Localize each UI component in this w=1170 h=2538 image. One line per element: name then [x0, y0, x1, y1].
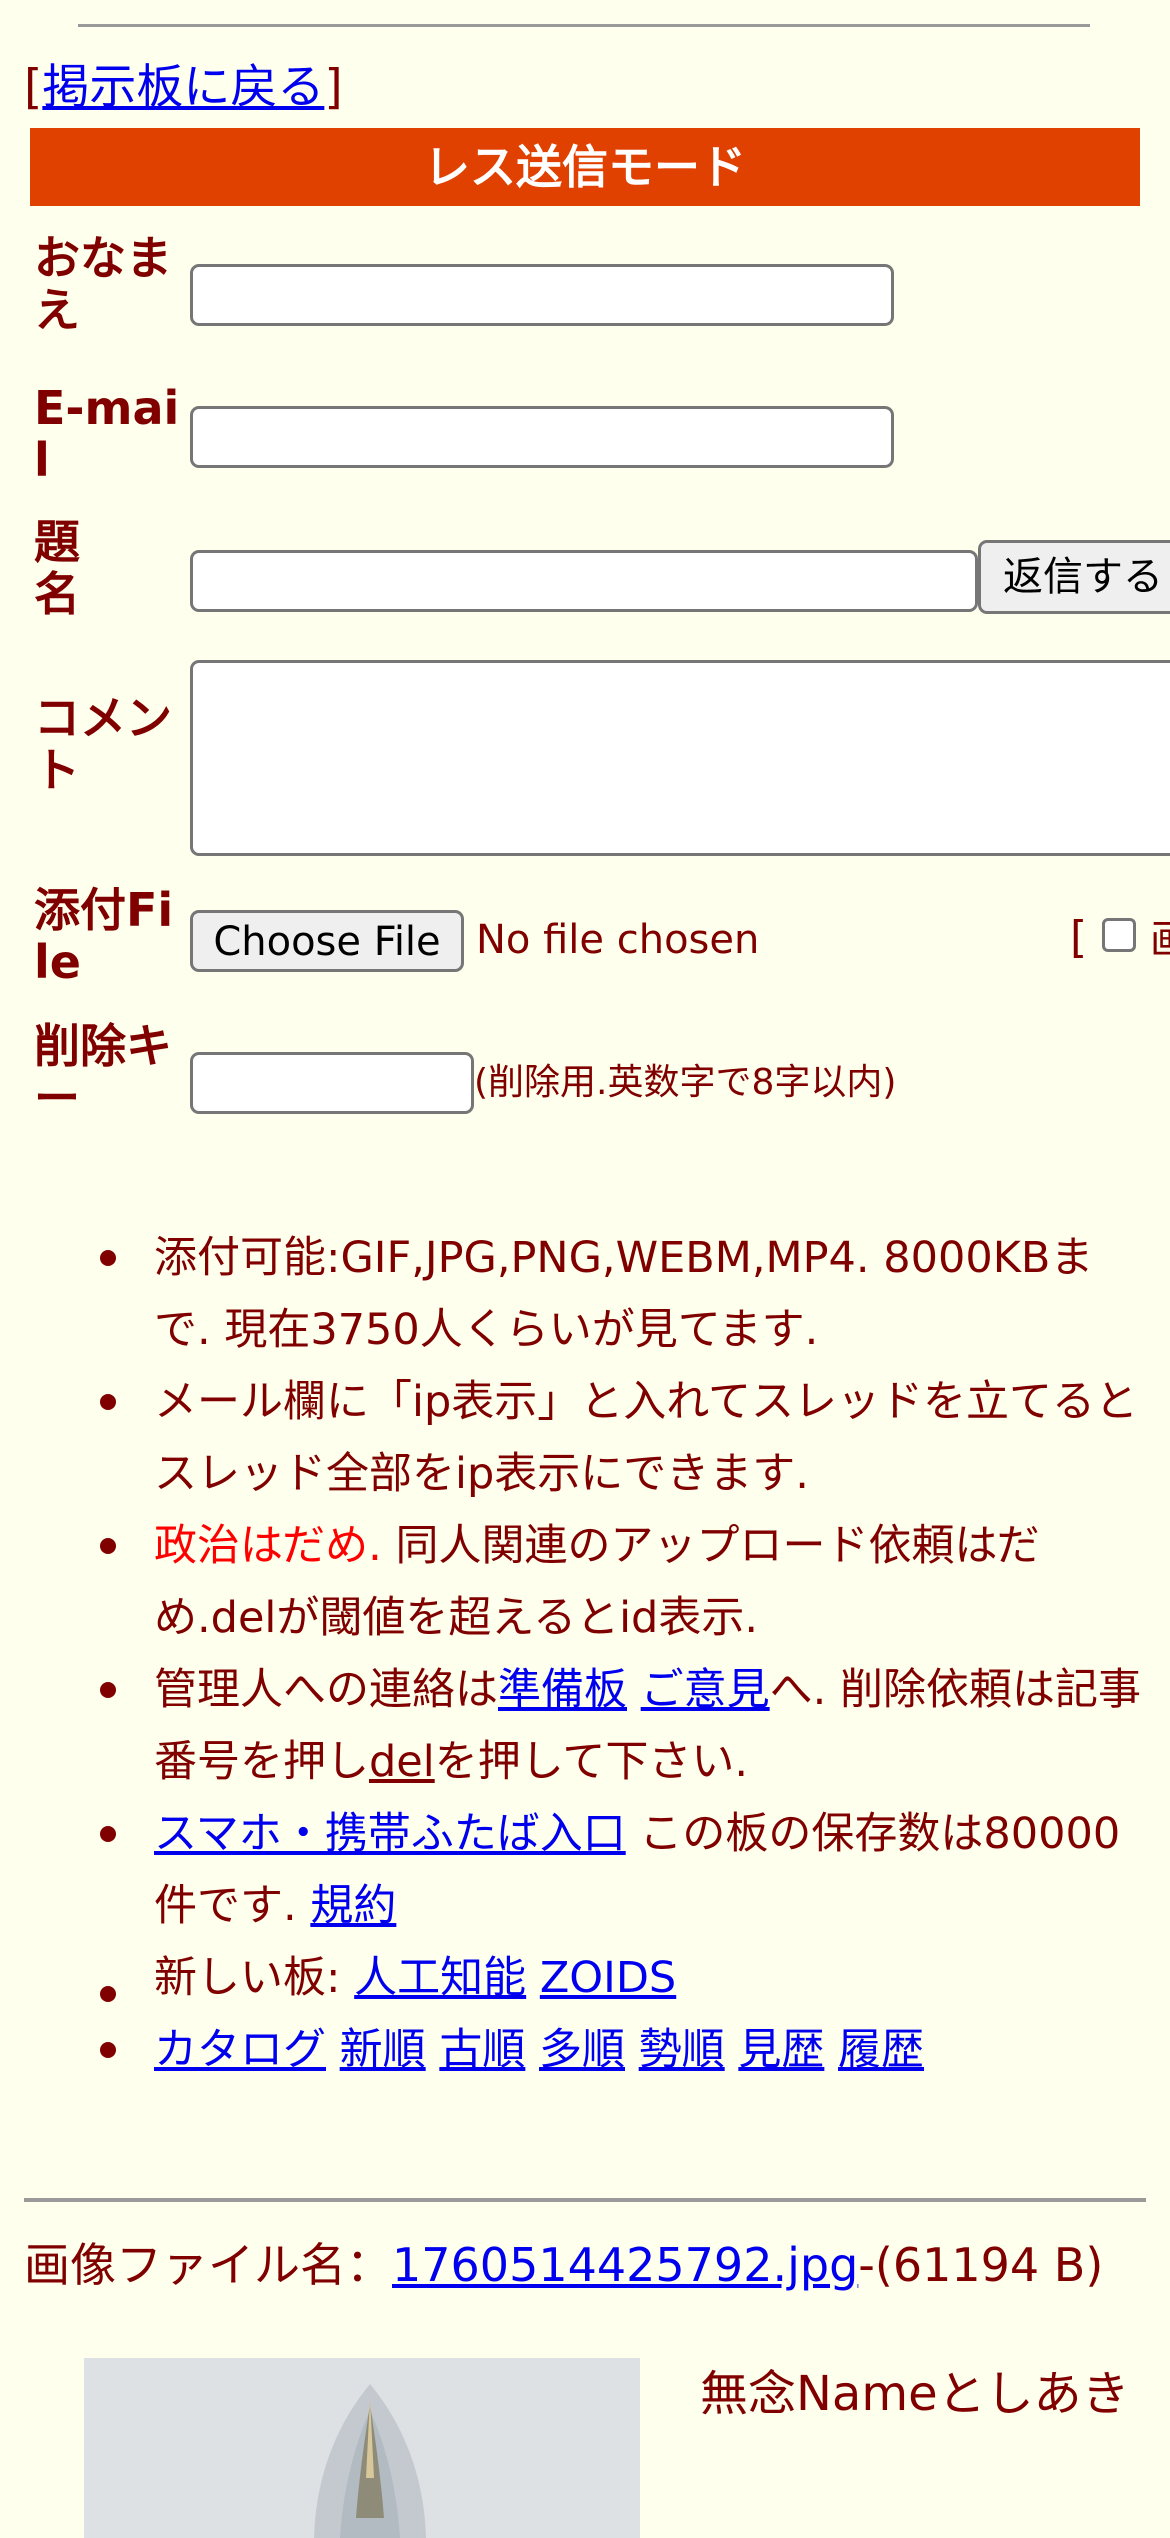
rule-politics-warning: 政治はだめ. [154, 1521, 382, 1571]
bullet-icon [100, 1682, 116, 1698]
option-checkbox[interactable] [1102, 918, 1136, 952]
post-history-link[interactable]: 履歴 [838, 2025, 924, 2075]
prep-board-link[interactable]: 準備板 [498, 1665, 627, 1715]
image-file-link[interactable]: 1760514425792.jpg [392, 2238, 858, 2292]
no-file-chosen-text: No file chosen [476, 917, 760, 963]
back-nav: [掲示板に戻る] [24, 58, 343, 118]
del-link[interactable]: del [369, 1737, 435, 1787]
post-thumbnail[interactable] [84, 2358, 640, 2538]
choose-file-button[interactable]: Choose File [190, 910, 464, 972]
file-label: 添付File [34, 883, 174, 989]
bullet-icon [100, 1538, 116, 1554]
rules-list: 添付可能:GIF,JPG,PNG,WEBM,MP4. 8000KBまで. 現在3… [0, 1222, 1170, 2086]
thumbnail-image-icon [84, 2358, 640, 2538]
new-boards-label: 新しい板: [154, 1953, 355, 2003]
bullet-icon [100, 1250, 116, 1266]
sort-new-link[interactable]: 新順 [340, 2025, 426, 2075]
sort-old-link[interactable]: 古順 [439, 2025, 525, 2075]
rule-ip-text: メール欄に「ip表示」と入れてスレッドを立てるとスレッド全部をip表示にできます… [154, 1377, 1138, 1499]
bracket-close: ] [324, 60, 343, 115]
list-item: カタログ 新順 古順 多順 勢順 見歴 履歴 [0, 2014, 1170, 2086]
poster-name: 無念Nameとしあき [700, 2366, 1130, 2422]
bullet-icon [100, 2042, 116, 2058]
delete-key-note: (削除用.英数字で8字以内) [474, 1062, 897, 1103]
bullet-icon [100, 1826, 116, 1842]
email-input[interactable] [190, 406, 894, 468]
option-label-fragment: 画 [1150, 910, 1170, 970]
delete-key-input[interactable] [190, 1052, 474, 1114]
list-item: メール欄に「ip表示」と入れてスレッドを立てるとスレッド全部をip表示にできます… [0, 1366, 1170, 1510]
submit-reply-button[interactable]: 返信する [978, 540, 1170, 614]
catalog-link[interactable]: カタログ [154, 2025, 326, 2075]
top-divider [78, 24, 1090, 27]
rule-attachment-text: 添付可能:GIF,JPG,PNG,WEBM,MP4. 8000KBまで. 現在3… [154, 1233, 1094, 1355]
list-item: 管理人への連絡は準備板 ご意見へ. 削除依頼は記事番号を押しdelを押して下さい… [0, 1654, 1170, 1798]
image-file-info: 画像ファイル名：1760514425792.jpg-(61194 B) [24, 2236, 1154, 2294]
ai-board-link[interactable]: 人工知能 [354, 1953, 526, 2003]
bullet-icon [100, 1986, 116, 2002]
name-input[interactable] [190, 264, 894, 326]
delete-key-label: 削除キー [34, 1019, 172, 1125]
view-history-link[interactable]: 見歴 [738, 2025, 824, 2075]
name-label: おなまえ [34, 231, 172, 337]
subject-label: 題名 [34, 515, 80, 621]
bracket-open: [ [24, 60, 43, 115]
image-file-size: -(61194 B) [858, 2238, 1104, 2292]
option-bracket: [ [1070, 912, 1088, 963]
list-item: 添付可能:GIF,JPG,PNG,WEBM,MP4. 8000KBまで. 現在3… [0, 1222, 1170, 1366]
image-file-label: 画像ファイル名： [24, 2238, 392, 2292]
sort-momentum-link[interactable]: 勢順 [639, 2025, 725, 2075]
list-item: スマホ・携帯ふたば入口 この板の保存数は80000件です. 規約 [0, 1798, 1170, 1942]
feedback-link[interactable]: ご意見 [641, 1665, 770, 1715]
back-to-board-link[interactable]: 掲示板に戻る [42, 60, 324, 115]
email-label: E-mail [34, 381, 180, 487]
list-item: 政治はだめ. 同人関連のアップロード依頼はだめ.delが閾値を超えるとid表示. [0, 1510, 1170, 1654]
comment-label: コメント [34, 691, 172, 797]
bullet-icon [100, 1394, 116, 1410]
rule-delete-text-end: を押して下さい. [434, 1737, 749, 1787]
mobile-entrance-link[interactable]: スマホ・携帯ふたば入口 [154, 1809, 626, 1859]
rule-contact-text: 管理人への連絡は [154, 1665, 498, 1715]
reply-mode-banner: レス送信モード [30, 128, 1140, 206]
sort-many-link[interactable]: 多順 [539, 2025, 625, 2075]
terms-link[interactable]: 規約 [310, 1881, 396, 1931]
zoids-board-link[interactable]: ZOIDS [540, 1953, 676, 2003]
section-divider [24, 2198, 1146, 2202]
comment-textarea[interactable] [190, 660, 1170, 856]
subject-input[interactable] [190, 550, 978, 612]
list-item: 新しい板: 人工知能 ZOIDS [0, 1942, 1170, 2014]
